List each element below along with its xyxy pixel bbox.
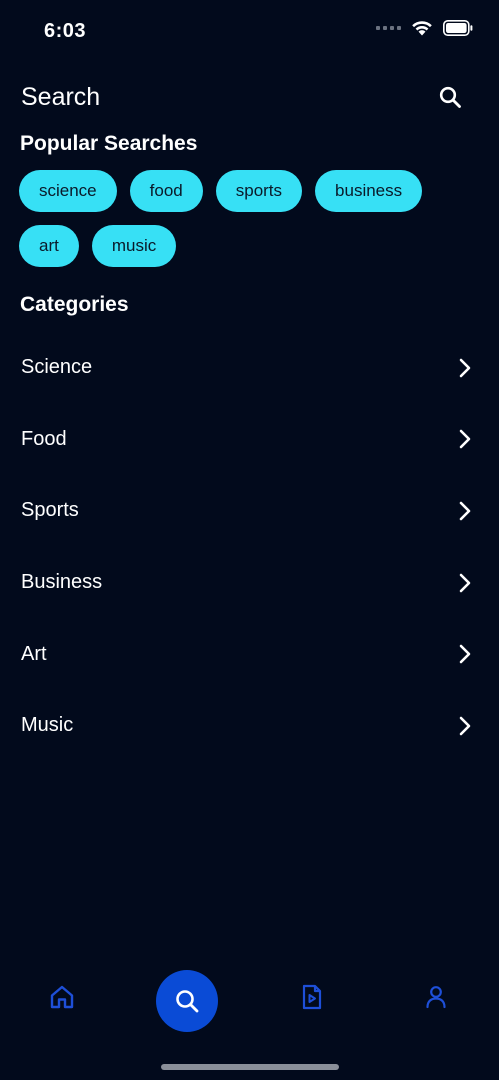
category-label: Business [21,571,103,594]
search-icon [176,990,199,1013]
category-item-sports[interactable]: Sports [0,475,499,547]
nav-home[interactable] [31,966,93,1028]
nav-profile[interactable] [405,966,467,1028]
chip-art[interactable]: art [19,225,79,267]
category-item-music[interactable]: Music [0,690,499,762]
chip-music[interactable]: music [91,225,177,267]
cellular-signal-icon [376,26,401,30]
category-label: Art [21,642,47,665]
nav-search[interactable] [156,970,218,1032]
category-label: Science [21,356,93,379]
bottom-nav [0,966,499,1036]
home-indicator[interactable] [160,1064,339,1070]
popular-chips: science food sports business art music [19,170,469,267]
chevron-right-icon [455,716,475,736]
category-item-science[interactable]: Science [0,332,499,404]
category-label: Sports [21,499,79,522]
status-time: 6:03 [44,20,87,42]
category-item-food[interactable]: Food [0,404,499,476]
category-item-art[interactable]: Art [0,618,499,690]
chevron-right-icon [455,358,475,378]
status-indicators [376,20,473,36]
page-title: Search [21,82,101,111]
status-bar: 6:03 [0,0,499,62]
chip-sports[interactable]: sports [215,170,303,212]
battery-icon [443,20,473,36]
chip-food[interactable]: food [129,170,203,212]
chevron-right-icon [455,644,475,664]
chevron-right-icon [455,573,475,593]
header-search-button[interactable] [435,82,465,112]
chip-business[interactable]: business [315,170,423,212]
search-screen: 6:03 Search Popular Searches science foo… [0,0,499,1080]
chevron-right-icon [455,501,475,521]
user-icon [426,986,446,1009]
categories-title: Categories [20,293,129,316]
search-icon [439,86,461,108]
category-item-business[interactable]: Business [0,547,499,619]
category-list: Science Food Sports Business Art Music [0,332,499,762]
category-label: Music [21,714,74,737]
wifi-icon [412,21,432,36]
nav-media[interactable] [281,966,343,1028]
category-label: Food [21,427,67,450]
chevron-right-icon [455,429,475,449]
video-file-icon [302,984,322,1010]
chip-science[interactable]: science [19,170,117,212]
popular-searches-title: Popular Searches [20,132,198,155]
home-icon [50,985,74,1009]
header: Search [21,80,465,114]
